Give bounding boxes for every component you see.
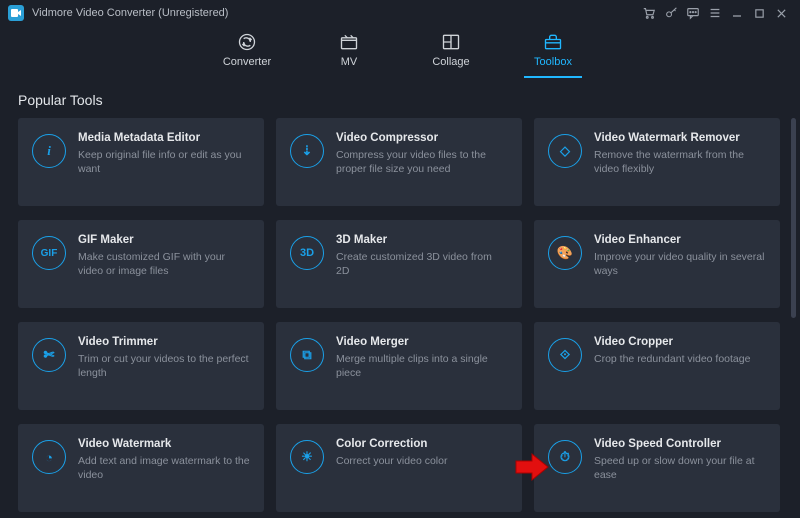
- app-title: Vidmore Video Converter (Unregistered): [32, 7, 228, 19]
- speed-icon: ⏱: [548, 440, 582, 474]
- tool-desc: Compress your video files to the proper …: [336, 148, 508, 176]
- tool-title: Color Correction: [336, 438, 508, 450]
- tool-title: Video Merger: [336, 336, 508, 348]
- maximize-icon[interactable]: [748, 2, 770, 24]
- main-nav: Converter MV Collage Toolbox: [0, 26, 800, 78]
- tool-video-trimmer[interactable]: ✄ Video Trimmer Trim or cut your videos t…: [18, 322, 264, 410]
- tool-title: GIF Maker: [78, 234, 250, 246]
- nav-label: MV: [341, 56, 358, 68]
- feedback-icon[interactable]: [682, 2, 704, 24]
- tool-desc: Improve your video quality in several wa…: [594, 250, 766, 278]
- tool-desc: Remove the watermark from the video flex…: [594, 148, 766, 176]
- nav-collage[interactable]: Collage: [422, 32, 480, 78]
- tool-desc: Correct your video color: [336, 454, 508, 468]
- tool-video-speed-controller[interactable]: ⏱ Video Speed Controller Speed up or slow…: [534, 424, 780, 512]
- watermark-remove-icon: ◇: [548, 134, 582, 168]
- tool-desc: Create customized 3D video from 2D: [336, 250, 508, 278]
- minimize-icon[interactable]: [726, 2, 748, 24]
- nav-converter[interactable]: Converter: [218, 32, 276, 78]
- section-title: Popular Tools: [0, 78, 800, 118]
- tool-video-merger[interactable]: ⧉ Video Merger Merge multiple clips into …: [276, 322, 522, 410]
- tool-title: Video Trimmer: [78, 336, 250, 348]
- tool-desc: Make customized GIF with your video or i…: [78, 250, 250, 278]
- collage-icon: [440, 32, 462, 52]
- three-d-icon: 3D: [290, 236, 324, 270]
- tool-desc: Speed up or slow down your file at ease: [594, 454, 766, 482]
- tool-desc: Keep original file info or edit as you w…: [78, 148, 250, 176]
- tool-video-watermark[interactable]: ◔ Video Watermark Add text and image wate…: [18, 424, 264, 512]
- scissors-icon: ✄: [32, 338, 66, 372]
- tool-video-compressor[interactable]: ⇣ Video Compressor Compress your video fi…: [276, 118, 522, 206]
- app-logo-icon: [8, 5, 24, 21]
- nav-label: Collage: [432, 56, 469, 68]
- gif-icon: GIF: [32, 236, 66, 270]
- scrollbar[interactable]: [791, 118, 796, 318]
- tool-video-cropper[interactable]: ⟐ Video Cropper Crop the redundant video …: [534, 322, 780, 410]
- tool-desc: Crop the redundant video footage: [594, 352, 766, 366]
- watermark-icon: ◔: [32, 440, 66, 474]
- nav-toolbox[interactable]: Toolbox: [524, 32, 582, 78]
- titlebar: Vidmore Video Converter (Unregistered): [0, 0, 800, 26]
- tool-title: Media Metadata Editor: [78, 132, 250, 144]
- tool-title: Video Watermark Remover: [594, 132, 766, 144]
- tool-desc: Trim or cut your videos to the perfect l…: [78, 352, 250, 380]
- tool-desc: Merge multiple clips into a single piece: [336, 352, 508, 380]
- tool-video-watermark-remover[interactable]: ◇ Video Watermark Remover Remove the wate…: [534, 118, 780, 206]
- tools-grid: i Media Metadata Editor Keep original fil…: [18, 118, 788, 514]
- crop-icon: ⟐: [548, 338, 582, 372]
- tool-title: 3D Maker: [336, 234, 508, 246]
- nav-label: Toolbox: [534, 56, 572, 68]
- tool-title: Video Cropper: [594, 336, 766, 348]
- tool-title: Video Speed Controller: [594, 438, 766, 450]
- mv-icon: [338, 32, 360, 52]
- menu-icon[interactable]: [704, 2, 726, 24]
- tool-desc: Add text and image watermark to the vide…: [78, 454, 250, 482]
- tool-media-metadata-editor[interactable]: i Media Metadata Editor Keep original fil…: [18, 118, 264, 206]
- compress-icon: ⇣: [290, 134, 324, 168]
- tool-title: Video Compressor: [336, 132, 508, 144]
- info-icon: i: [32, 134, 66, 168]
- color-icon: ☀: [290, 440, 324, 474]
- merge-icon: ⧉: [290, 338, 324, 372]
- enhance-icon: 🎨: [548, 236, 582, 270]
- converter-icon: [236, 32, 258, 52]
- tool-title: Video Watermark: [78, 438, 250, 450]
- tool-3d-maker[interactable]: 3D 3D Maker Create customized 3D video fr…: [276, 220, 522, 308]
- tool-color-correction[interactable]: ☀ Color Correction Correct your video col…: [276, 424, 522, 512]
- nav-mv[interactable]: MV: [320, 32, 378, 78]
- tool-video-enhancer[interactable]: 🎨 Video Enhancer Improve your video quali…: [534, 220, 780, 308]
- tool-title: Video Enhancer: [594, 234, 766, 246]
- nav-label: Converter: [223, 56, 271, 68]
- tool-gif-maker[interactable]: GIF GIF Maker Make customized GIF with yo…: [18, 220, 264, 308]
- cart-icon[interactable]: [638, 2, 660, 24]
- toolbox-icon: [542, 32, 564, 52]
- close-icon[interactable]: [770, 2, 792, 24]
- key-icon[interactable]: [660, 2, 682, 24]
